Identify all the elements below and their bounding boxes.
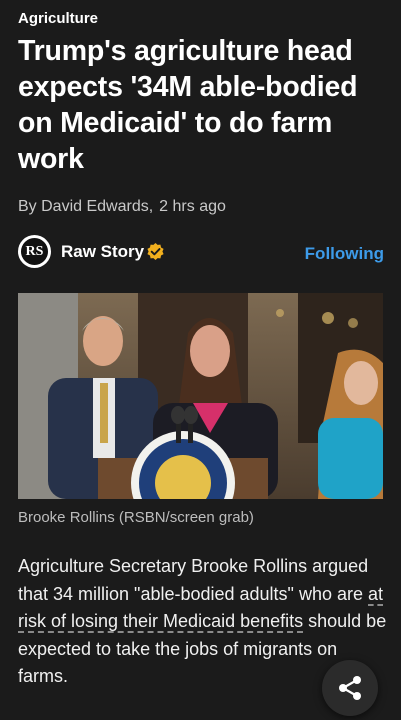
byline: By David Edwards, 2 hrs ago xyxy=(18,198,226,216)
body-text-part1: Agriculture Secretary Brooke Rollins arg… xyxy=(18,556,369,604)
photo-illustration xyxy=(18,293,383,499)
source-logo[interactable]: RS xyxy=(18,235,51,268)
category-label[interactable]: Agriculture xyxy=(18,10,98,27)
article-photo[interactable] xyxy=(18,293,383,499)
publish-time: 2 hrs ago xyxy=(159,198,226,215)
author-name[interactable]: By David Edwards, xyxy=(18,198,153,215)
source-name[interactable]: Raw Story xyxy=(61,242,144,262)
article-headline: Trump's agriculture head expects '34M ab… xyxy=(18,35,358,175)
verified-check-icon xyxy=(147,242,164,261)
following-button[interactable]: Following xyxy=(305,244,384,264)
photo-caption: Brooke Rollins (RSBN/screen grab) xyxy=(18,509,254,526)
source-row: RS Raw Story Following xyxy=(18,235,384,271)
share-button[interactable] xyxy=(322,660,378,716)
share-icon xyxy=(339,676,361,700)
source-logo-text: RS xyxy=(21,238,48,265)
